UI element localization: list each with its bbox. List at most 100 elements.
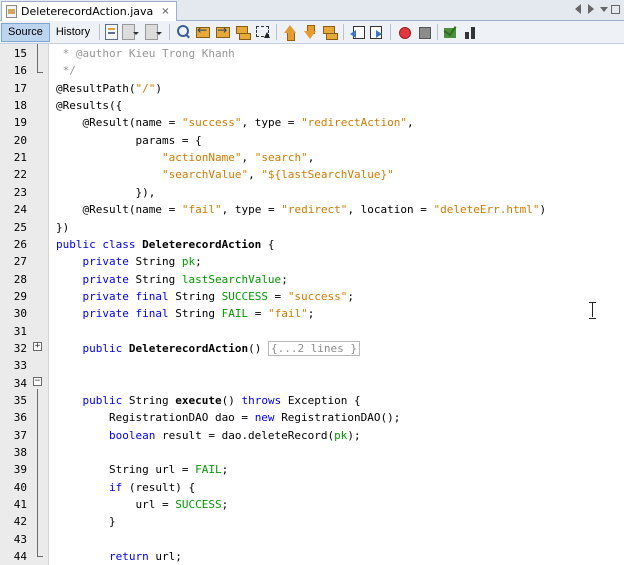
code-line[interactable]: 24 @Result(name = "fail", type = "redire… <box>0 201 624 218</box>
code-line[interactable]: 19 @Result(name = "success", type = "red… <box>0 114 624 131</box>
code-line[interactable]: 23 }), <box>0 184 624 201</box>
shift-line-right-icon[interactable] <box>369 24 385 40</box>
code-line[interactable]: 15 * @author Kieu Trong Khanh <box>0 45 624 62</box>
diff-bars-icon[interactable] <box>463 24 479 40</box>
toggle-highlight-icon[interactable] <box>235 24 252 40</box>
code-text: params = { <box>56 132 202 149</box>
code-line[interactable]: 44 return url; <box>0 548 624 565</box>
line-number: 42 <box>13 515 27 529</box>
line-number: 17 <box>13 81 27 95</box>
tab-deleterecordaction-java[interactable]: DeleterecordAction.java × <box>1 1 177 21</box>
code-token: "/" <box>135 81 156 95</box>
code-line[interactable]: 33 <box>0 357 624 374</box>
expand-fold-icon[interactable]: + <box>33 342 42 351</box>
code-line[interactable]: 26 public class DeleterecordAction { <box>0 236 624 253</box>
tab-title: DeleterecordAction.java <box>21 5 154 18</box>
code-token: SUCCESS <box>221 289 268 303</box>
code-line[interactable]: 30 private final String FAIL = "fail"; <box>0 305 624 322</box>
code-line[interactable]: 17 @ResultPath("/") <box>0 80 624 97</box>
find-selection-icon[interactable] <box>175 24 191 40</box>
last-edit-icon[interactable] <box>105 24 119 40</box>
code-token: private final <box>82 307 176 321</box>
previous-bookmark-icon[interactable] <box>282 24 298 41</box>
code-token: new <box>254 411 282 425</box>
shift-line-left-icon[interactable] <box>349 24 366 40</box>
code-text: }) <box>56 219 69 236</box>
code-text: * @author Kieu Trong Khanh <box>56 45 235 62</box>
next-bookmark-icon[interactable] <box>302 24 318 40</box>
code-line[interactable]: 20 params = { <box>0 132 624 149</box>
code-token: params = { <box>56 133 202 147</box>
code-token: , <box>241 151 255 165</box>
code-text: private String pk; <box>56 253 202 270</box>
forward-dropdown-icon[interactable] <box>145 24 163 40</box>
toggle-rectangular-selection-icon[interactable] <box>255 24 271 40</box>
code-token: FAIL <box>195 463 222 477</box>
editor-toolbar: Source History <box>0 21 624 44</box>
code-line[interactable]: 32 public DeleterecordAction() {...2 lin… <box>0 340 624 357</box>
code-token: */ <box>56 64 76 78</box>
code-token: Exception { <box>287 394 361 407</box>
code-editor[interactable]: 15 * @author Kieu Trong Khanh 16 */ 17 @Res… <box>0 44 624 565</box>
line-number: 39 <box>13 463 27 477</box>
code-line[interactable]: 21 "actionName", "search", <box>0 149 624 166</box>
code-token: DeleterecordAction <box>128 341 249 355</box>
code-text: private final String SUCCESS = "success"… <box>56 288 355 305</box>
line-number: 23 <box>13 185 27 199</box>
code-token: ) <box>539 203 547 217</box>
back-dropdown-icon[interactable] <box>122 24 140 40</box>
code-line[interactable]: 40 if (result) { <box>0 479 624 496</box>
code-line[interactable]: 27 private String pk; <box>0 253 624 270</box>
line-number: 44 <box>13 550 27 564</box>
code-token: "redirectAction" <box>301 116 408 130</box>
scroll-tabs-left-icon[interactable] <box>575 4 581 14</box>
stop-macro-recording-icon[interactable] <box>416 24 432 40</box>
code-line[interactable]: 39 String url = FAIL; <box>0 461 624 478</box>
code-line[interactable]: 43 <box>0 531 624 548</box>
scroll-tabs-right-icon[interactable] <box>588 4 594 14</box>
find-next-icon[interactable] <box>215 23 231 40</box>
code-token: boolean <box>108 428 162 442</box>
start-macro-recording-icon[interactable] <box>396 24 412 40</box>
code-line[interactable]: 25}) <box>0 219 624 236</box>
code-token: private <box>82 255 136 269</box>
code-line[interactable]: 38 <box>0 444 624 461</box>
code-text: return url; <box>56 548 182 565</box>
restore-window-icon[interactable] <box>611 5 620 14</box>
code-line[interactable]: 18 @Results({ <box>0 97 624 114</box>
editor-tab-bar: DeleterecordAction.java × <box>0 0 624 21</box>
code-line[interactable]: 37 boolean result = dao.deleteRecord(pk)… <box>0 427 624 444</box>
line-number: 15 <box>13 47 27 60</box>
line-number: 24 <box>13 203 27 217</box>
code-line[interactable]: 28 private String lastSearchValue; <box>0 271 624 288</box>
tab-list-dropdown-icon[interactable] <box>600 7 608 12</box>
line-number: 41 <box>13 498 27 512</box>
code-line[interactable]: 29 private final String SUCCESS = "succe… <box>0 288 624 305</box>
check-file-icon[interactable] <box>443 24 459 40</box>
code-token: @Results({ <box>56 99 123 113</box>
history-tab-button[interactable]: History <box>50 23 96 42</box>
tab-close-button[interactable]: × <box>161 6 169 17</box>
code-line[interactable]: 22 "searchValue", "${lastSearchValue}" <box>0 166 624 183</box>
fold-guide <box>37 389 38 556</box>
code-line[interactable]: 41 url = SUCCESS; <box>0 496 624 513</box>
code-text: "searchValue", "${lastSearchValue}" <box>56 166 394 183</box>
collapsed-code-block[interactable]: {...2 lines } <box>267 340 361 356</box>
code-line[interactable]: 31 <box>0 323 624 340</box>
code-line[interactable]: 42 } <box>0 513 624 530</box>
code-token: public <box>82 341 129 355</box>
code-token: @ResultPath( <box>56 81 136 95</box>
code-line[interactable]: 34 <box>0 375 624 392</box>
toggle-bookmark-icon[interactable] <box>322 24 339 40</box>
source-tab-button[interactable]: Source <box>1 22 50 42</box>
find-previous-icon[interactable] <box>195 23 211 40</box>
collapse-fold-icon[interactable]: − <box>33 377 42 386</box>
code-line[interactable]: 16 */ <box>0 62 624 79</box>
code-line[interactable]: 36 RegistrationDAO dao = new Registratio… <box>0 409 624 426</box>
code-text: @Results({ <box>56 97 122 114</box>
code-token: private final <box>82 289 176 303</box>
code-line[interactable]: 35 public String execute() throws Except… <box>0 392 624 409</box>
fold-guide-end <box>37 556 43 557</box>
